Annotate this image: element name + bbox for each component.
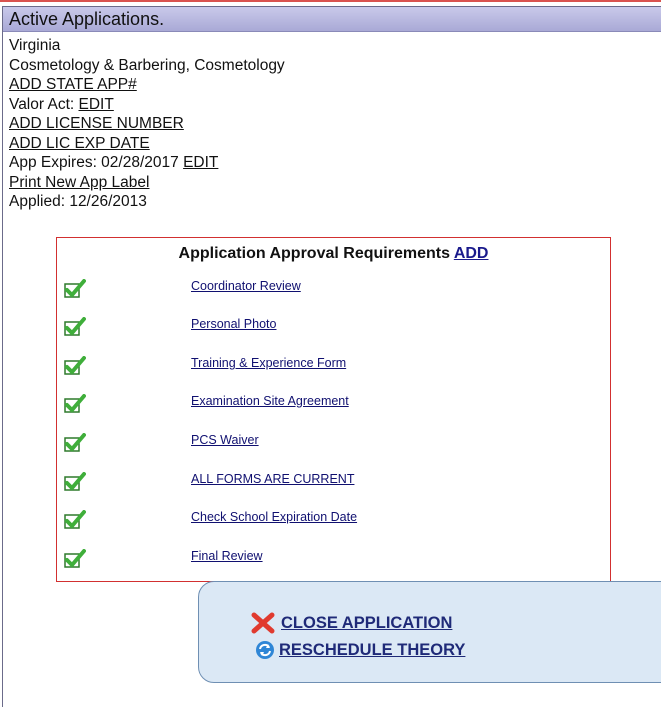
action-panel: CLOSE APPLICATION RESCHEDULE THEORY — [198, 581, 661, 683]
requirement-link[interactable]: Check School Expiration Date — [191, 510, 357, 524]
check-icon — [64, 356, 86, 375]
add-requirement-link[interactable]: ADD — [454, 245, 489, 262]
check-icon — [64, 279, 86, 298]
reschedule-theory-label: RESCHEDULE THEORY — [279, 640, 466, 659]
approval-requirements-box: Application Approval Requirements ADD Co… — [56, 237, 611, 582]
requirement-row: Final Review — [57, 545, 610, 573]
check-icon — [64, 433, 86, 452]
check-icon — [64, 394, 86, 413]
requirement-row: Training & Experience Form — [57, 352, 610, 380]
requirement-row: Coordinator Review — [57, 275, 610, 303]
app-expires-label: App Expires: 02/28/2017 — [9, 154, 184, 171]
requirement-link[interactable]: ALL FORMS ARE CURRENT — [191, 472, 354, 486]
panel-title: Active Applications. — [3, 7, 661, 32]
add-lic-exp-date-link[interactable]: ADD LIC EXP DATE — [9, 135, 150, 152]
requirement-link[interactable]: Examination Site Agreement — [191, 394, 349, 408]
state-text: Virginia — [9, 37, 61, 54]
requirement-row: ALL FORMS ARE CURRENT — [57, 468, 610, 496]
reschedule-theory-button[interactable]: RESCHEDULE THEORY — [255, 640, 465, 660]
valor-act-edit-link[interactable]: EDIT — [79, 96, 114, 113]
refresh-icon — [256, 641, 274, 659]
requirement-link[interactable]: Training & Experience Form — [191, 356, 346, 370]
check-icon — [64, 317, 86, 336]
add-state-app-link[interactable]: ADD STATE APP# — [9, 76, 137, 93]
app-expires-edit-link[interactable]: EDIT — [183, 154, 218, 171]
requirement-link[interactable]: Final Review — [191, 549, 263, 563]
check-icon — [64, 549, 86, 568]
requirement-link[interactable]: PCS Waiver — [191, 433, 259, 447]
applied-date: Applied: 12/26/2013 — [9, 193, 147, 210]
requirements-title-text: Application Approval Requirements — [178, 245, 454, 262]
requirement-row: PCS Waiver — [57, 429, 610, 457]
requirement-link[interactable]: Personal Photo — [191, 317, 276, 331]
add-license-number-link[interactable]: ADD LICENSE NUMBER — [9, 115, 184, 132]
check-icon — [64, 510, 86, 529]
valor-act-label: Valor Act: — [9, 95, 79, 113]
red-x-icon — [251, 612, 275, 634]
close-application-label: CLOSE APPLICATION — [281, 613, 453, 632]
print-app-label-link[interactable]: Print New App Label — [9, 174, 149, 191]
application-info: Virginia Cosmetology & Barbering, Cosmet… — [3, 32, 661, 212]
requirement-link[interactable]: Coordinator Review — [191, 279, 301, 293]
check-icon — [64, 472, 86, 491]
close-application-button[interactable]: CLOSE APPLICATION — [251, 612, 452, 634]
board-text: Cosmetology & Barbering, Cosmetology — [9, 56, 285, 74]
requirement-row: Personal Photo — [57, 313, 610, 341]
requirements-title: Application Approval Requirements ADD — [57, 245, 610, 263]
requirement-row: Examination Site Agreement — [57, 390, 610, 418]
top-divider — [0, 0, 661, 2]
requirement-row: Check School Expiration Date — [57, 506, 610, 534]
